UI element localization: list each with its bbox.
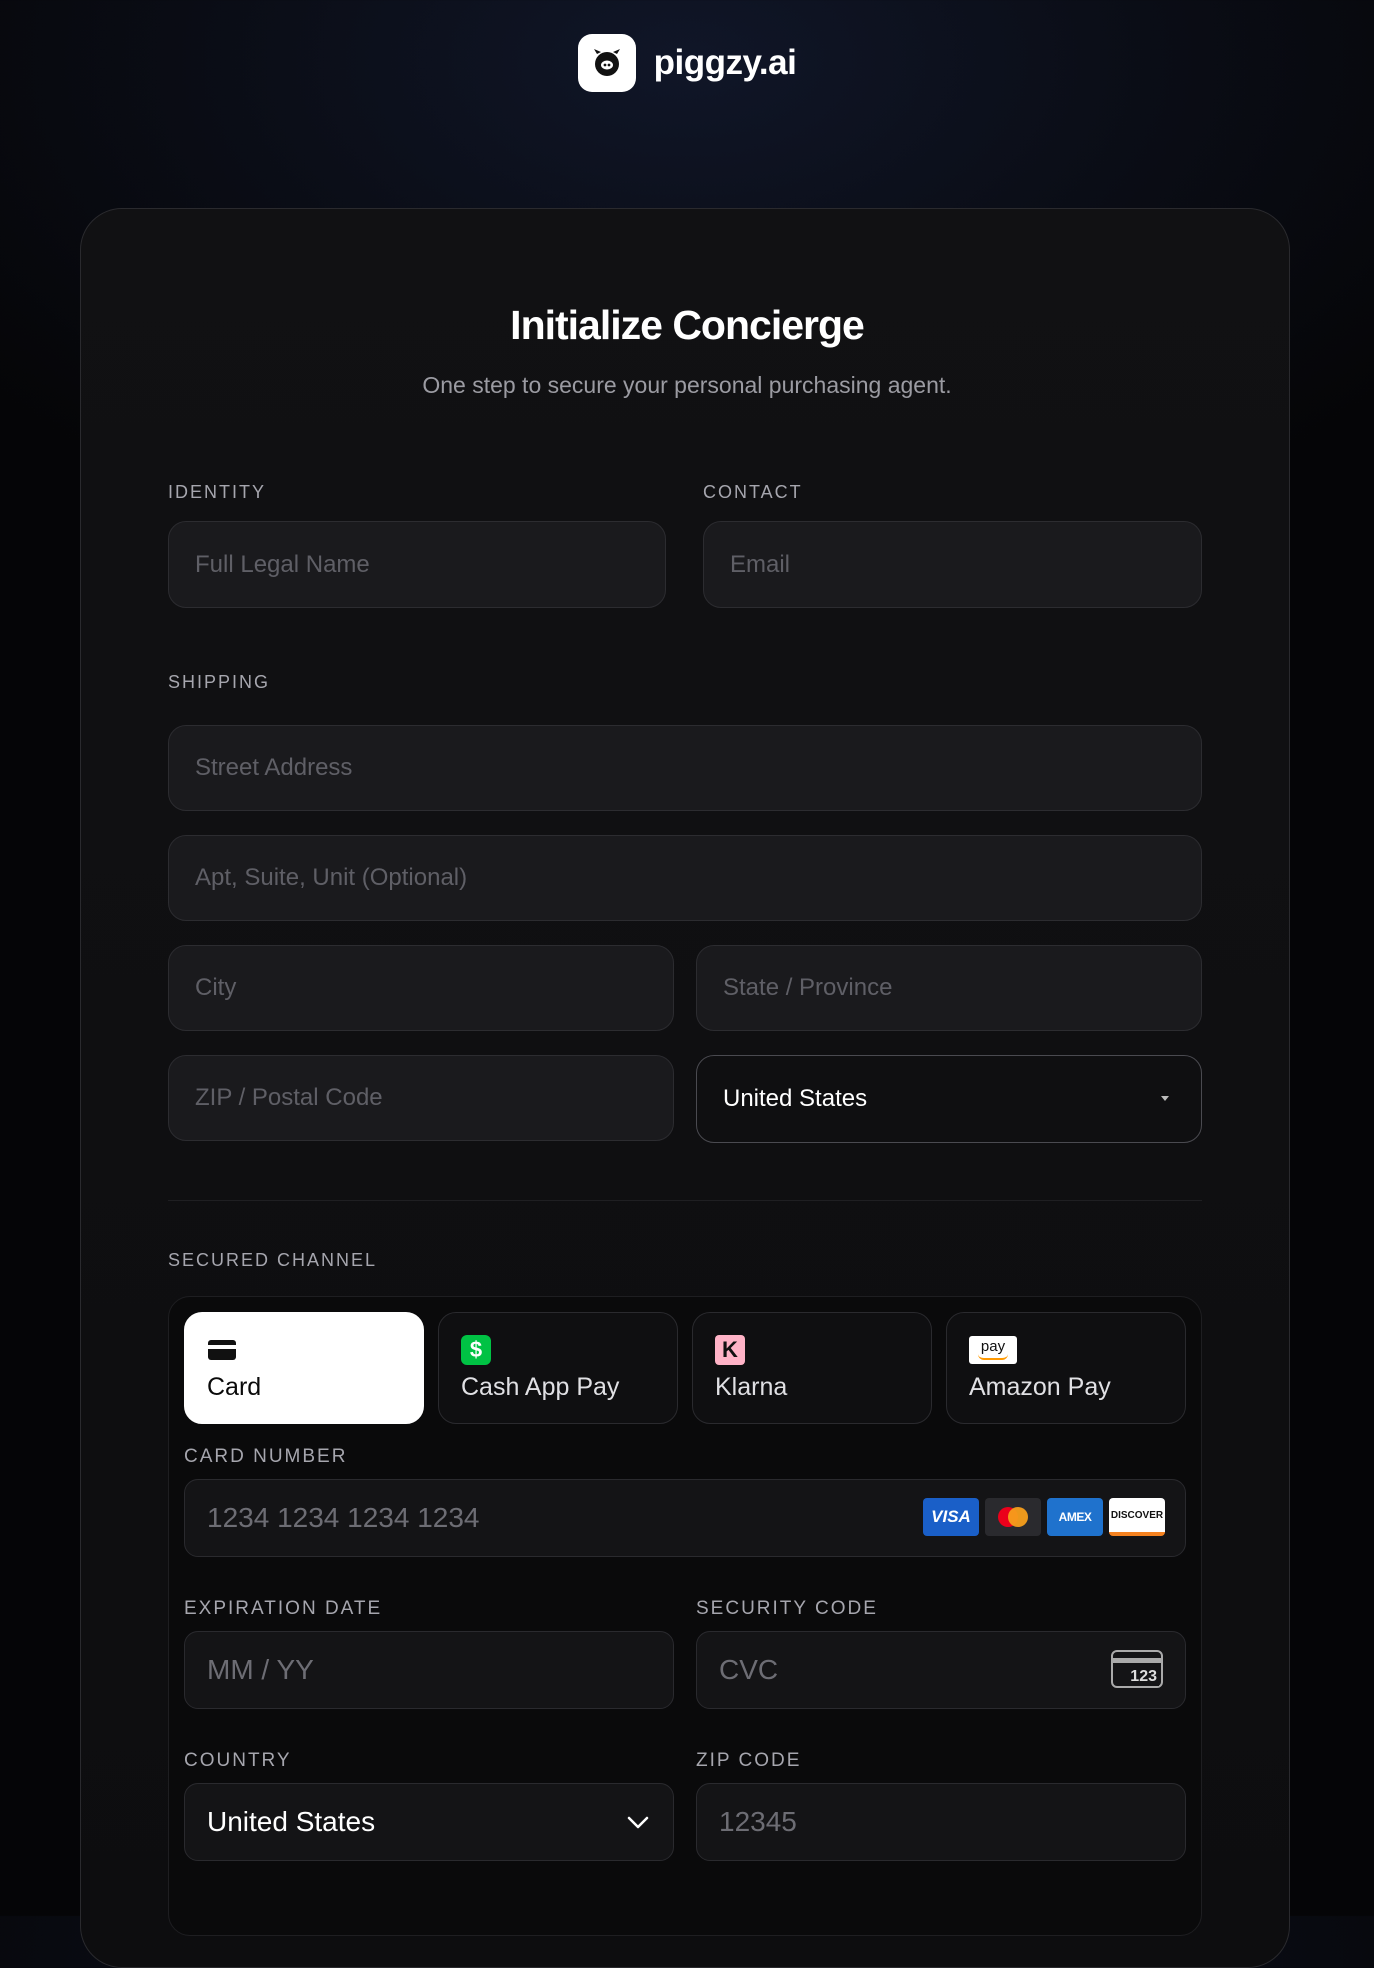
city-placeholder: City — [195, 974, 237, 1001]
cash-app-icon: $ — [461, 1335, 491, 1365]
section-divider — [168, 1200, 1202, 1201]
shipping-label: SHIPPING — [168, 672, 271, 692]
credit-card-icon — [208, 1340, 236, 1360]
page-subtitle: One step to secure your personal purchas… — [422, 372, 952, 398]
brand-name: piggzy.ai — [653, 43, 797, 82]
card-number-placeholder: 1234 1234 1234 1234 — [207, 1502, 480, 1533]
contact-label: CONTACT — [703, 482, 803, 502]
header: piggzy.ai — [0, 34, 1374, 92]
identity-label: IDENTITY — [168, 482, 267, 502]
cvc-icon-digits: 123 — [1128, 1668, 1159, 1686]
zip-placeholder: ZIP / Postal Code — [195, 1084, 383, 1111]
klarna-icon: K — [715, 1335, 745, 1365]
tab-cash-app-pay[interactable]: $ Cash App Pay — [438, 1312, 678, 1424]
tab-cash-app-label: Cash App Pay — [461, 1373, 620, 1401]
chevron-down-icon — [627, 1816, 649, 1829]
tab-card-label: Card — [207, 1373, 262, 1401]
state-input[interactable]: State / Province — [696, 945, 1202, 1031]
logo — [577, 34, 636, 92]
payment-country-select[interactable]: United States — [184, 1783, 674, 1861]
cvc-card-icon: 123 — [1111, 1650, 1163, 1688]
tab-klarna[interactable]: K Klarna — [692, 1312, 932, 1424]
expiration-label: EXPIRATION DATE — [184, 1598, 383, 1619]
payment-zip-input[interactable]: 12345 — [696, 1783, 1186, 1861]
expiration-placeholder: MM / YY — [207, 1654, 314, 1685]
email-input[interactable]: Email — [703, 521, 1202, 608]
tab-klarna-label: Klarna — [715, 1373, 788, 1401]
cvc-placeholder: CVC — [719, 1654, 779, 1685]
mastercard-logo — [985, 1498, 1041, 1536]
payment-zip-placeholder: 12345 — [719, 1806, 797, 1837]
security-code-label: SECURITY CODE — [696, 1598, 878, 1619]
tab-amazon-pay[interactable]: pay Amazon Pay — [946, 1312, 1186, 1424]
cvc-input[interactable]: CVC 123 — [696, 1631, 1186, 1709]
expiration-input[interactable]: MM / YY — [184, 1631, 674, 1709]
payment-country-label: COUNTRY — [184, 1750, 292, 1771]
secured-channel-label: SECURED CHANNEL — [168, 1250, 378, 1270]
apt-placeholder: Apt, Suite, Unit (Optional) — [195, 864, 468, 891]
payment-country-value: United States — [207, 1806, 376, 1837]
pig-face-icon — [593, 49, 620, 76]
card-number-label: CARD NUMBER — [184, 1446, 348, 1467]
payment-zip-label: ZIP CODE — [696, 1750, 802, 1771]
full-name-input[interactable]: Full Legal Name — [168, 521, 666, 608]
amazon-pay-icon: pay — [969, 1336, 1017, 1364]
shipping-country-value: United States — [723, 1085, 868, 1112]
visa-logo: VISA — [923, 1498, 979, 1536]
discover-logo: DISCOVER — [1109, 1498, 1165, 1536]
card-number-input[interactable]: 1234 1234 1234 1234 VISA AMEX DISCOVER — [184, 1479, 1186, 1557]
city-input[interactable]: City — [168, 945, 674, 1031]
tab-card[interactable]: Card — [184, 1312, 424, 1424]
page-title: Initialize Concierge — [510, 302, 865, 348]
full-name-placeholder: Full Legal Name — [195, 550, 370, 578]
caret-down-icon — [1161, 1096, 1169, 1101]
street-address-input[interactable]: Street Address — [168, 725, 1202, 811]
apt-suite-input[interactable]: Apt, Suite, Unit (Optional) — [168, 835, 1202, 921]
card-brands: VISA AMEX DISCOVER — [923, 1498, 1165, 1536]
shipping-country-select[interactable]: United States — [696, 1055, 1202, 1143]
zip-input[interactable]: ZIP / Postal Code — [168, 1055, 674, 1141]
state-placeholder: State / Province — [723, 974, 893, 1001]
street-placeholder: Street Address — [195, 754, 353, 781]
tab-amazon-pay-label: Amazon Pay — [969, 1373, 1111, 1401]
email-placeholder: Email — [730, 550, 791, 578]
amex-logo: AMEX — [1047, 1498, 1103, 1536]
